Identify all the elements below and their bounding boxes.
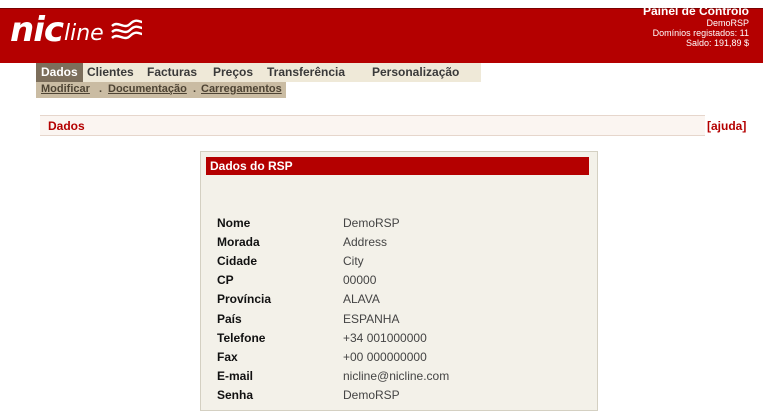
nicline-logo[interactable]: nic line — [10, 6, 144, 50]
nav-transferencia[interactable]: Transferência — [262, 63, 350, 82]
row-value: ALAVA — [343, 292, 380, 306]
logo-text-main: nic — [10, 10, 64, 50]
row-value: DemoRSP — [343, 388, 400, 402]
account-user: DemoRSP — [706, 18, 749, 28]
nav-precos[interactable]: Preços — [208, 63, 258, 82]
section-header: Dados — [40, 115, 705, 136]
help-link[interactable]: [ajuda] — [707, 119, 746, 133]
nav-dados[interactable]: Dados — [36, 63, 83, 82]
row-label: Província — [217, 292, 272, 306]
registered-domains: Domínios registados: 11 — [652, 28, 749, 38]
subnav-documentacao[interactable]: Documentação — [108, 83, 187, 95]
row-label: Cidade — [217, 254, 258, 268]
section-title: Dados — [48, 119, 85, 133]
row-label: Senha — [217, 388, 254, 402]
account-balance: Saldo: 191,89 $ — [685, 38, 749, 48]
card-title: Dados do RSP — [206, 157, 589, 175]
row-label: Fax — [217, 350, 238, 364]
row-label: Morada — [217, 235, 260, 249]
nav-clientes[interactable]: Clientes — [82, 63, 139, 82]
panel-title: Painel de Controlo — [642, 4, 749, 18]
main-nav: Dados Clientes Facturas Preços Transferê… — [36, 63, 481, 82]
rsp-data-card: Dados do RSP Nome DemoRSP Morada Address… — [200, 151, 598, 411]
subnav-separator: . — [193, 83, 197, 95]
subnav-modificar[interactable]: Modificar — [41, 83, 90, 95]
logo-text-sub: line — [64, 21, 104, 46]
row-value: City — [343, 254, 364, 268]
row-value: +00 000000000 — [343, 350, 427, 364]
account-summary: Painel de Controlo DemoRSP Domínios regi… — [642, 4, 749, 49]
wave-logo-icon — [110, 19, 142, 40]
row-value: DemoRSP — [343, 216, 400, 230]
row-label: Telefone — [217, 331, 266, 345]
row-label: E-mail — [217, 369, 254, 383]
nav-personalizacao[interactable]: Personalização — [367, 63, 464, 82]
row-value: 00000 — [343, 273, 377, 287]
subnav-carregamentos[interactable]: Carregamentos — [201, 83, 282, 95]
subnav-separator: . — [99, 83, 103, 95]
sub-nav: Modificar . Documentação . Carregamentos — [36, 82, 286, 98]
row-label: Nome — [217, 216, 251, 230]
nav-facturas[interactable]: Facturas — [142, 63, 202, 82]
row-label: CP — [217, 273, 234, 287]
row-value: nicline@nicline.com — [343, 369, 450, 383]
row-value: ESPANHA — [343, 312, 400, 326]
row-value: Address — [343, 235, 388, 249]
row-label: País — [217, 312, 242, 326]
row-value: +34 001000000 — [343, 331, 427, 345]
